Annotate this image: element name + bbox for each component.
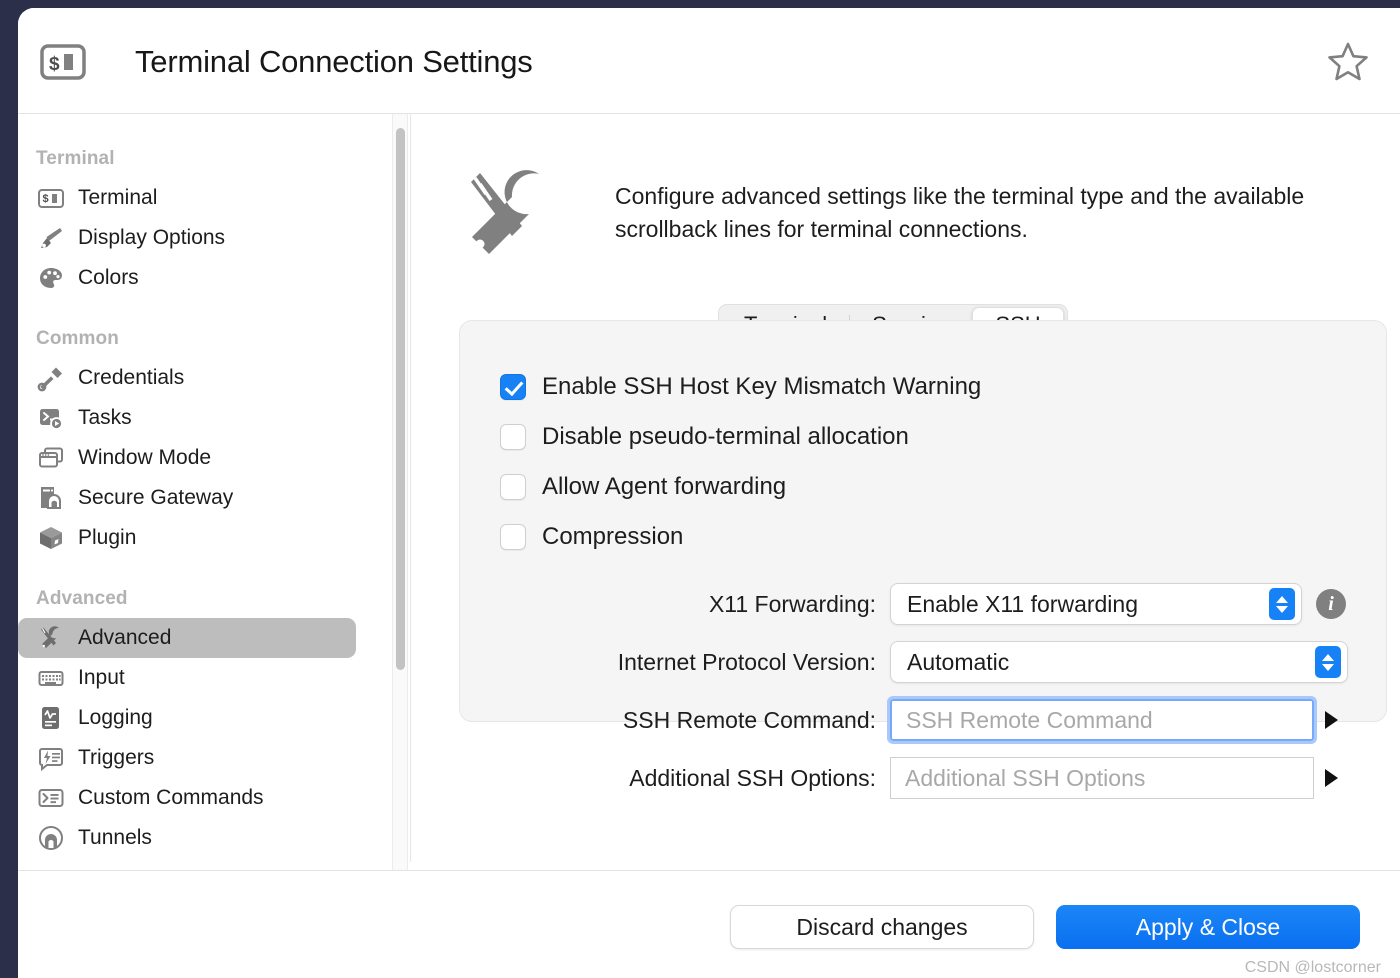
- info-circle-icon[interactable]: i: [1316, 589, 1346, 619]
- checkbox-compression[interactable]: [500, 524, 526, 550]
- field-row-x11-forwarding: X11 Forwarding: Enable X11 forwarding i: [460, 583, 1388, 625]
- log-document-icon: [36, 703, 66, 733]
- sidebar-item-window-mode[interactable]: Window Mode: [18, 438, 356, 478]
- field-label: SSH Remote Command:: [460, 707, 890, 734]
- tools-wrench-screwdriver-icon: [36, 623, 66, 653]
- sidebar-item-tunnels[interactable]: Tunnels: [18, 818, 356, 858]
- sidebar-item-label: Terminal: [78, 186, 157, 210]
- field-row-internet-protocol-version: Internet Protocol Version: Automatic: [460, 641, 1388, 683]
- sidebar-item-colors[interactable]: Colors: [18, 258, 356, 298]
- checkbox-enable-ssh-host-key-mismatch-warning[interactable]: [500, 374, 526, 400]
- sidebar-item-label: Plugin: [78, 526, 136, 550]
- apply-and-close-button[interactable]: Apply & Close: [1056, 905, 1360, 949]
- sidebar-group-terminal: Terminal: [18, 148, 370, 170]
- key-icon: [36, 363, 66, 393]
- sidebar-item-terminal[interactable]: $ Terminal: [18, 178, 356, 218]
- field-label: Internet Protocol Version:: [460, 649, 890, 676]
- sidebar-item-label: Custom Commands: [78, 786, 264, 810]
- color-palette-icon: [36, 263, 66, 293]
- sidebar-item-label: Logging: [78, 706, 153, 730]
- sidebar-item-display-options[interactable]: Display Options: [18, 218, 356, 258]
- discard-changes-button[interactable]: Discard changes: [730, 905, 1034, 949]
- field-row-additional-ssh-options: Additional SSH Options: Additional SSH O…: [460, 757, 1388, 799]
- sidebar-item-tasks[interactable]: Tasks: [18, 398, 356, 438]
- sidebar-item-credentials[interactable]: Credentials: [18, 358, 356, 398]
- checkbox-allow-agent-forwarding[interactable]: [500, 474, 526, 500]
- sidebar-item-label: Input: [78, 666, 125, 690]
- checkbox-disable-pseudo-terminal-allocation[interactable]: [500, 424, 526, 450]
- page-title: Terminal Connection Settings: [135, 44, 533, 80]
- checkbox-label: Enable SSH Host Key Mismatch Warning: [542, 373, 981, 401]
- field-label: Additional SSH Options:: [460, 765, 890, 792]
- page-description: Configure advanced settings like the ter…: [615, 180, 1335, 246]
- paintbrush-icon: [36, 223, 66, 253]
- sidebar-item-custom-commands[interactable]: Custom Commands: [18, 778, 356, 818]
- checkbox-label: Compression: [542, 523, 683, 551]
- field-row-ssh-remote-command: SSH Remote Command: SSH Remote Command: [460, 699, 1388, 741]
- tunnel-arch-icon: [36, 823, 66, 853]
- trigger-bolt-icon: [36, 743, 66, 773]
- server-gateway-icon: [36, 483, 66, 513]
- sidebar-item-plugin[interactable]: Plugin: [18, 518, 356, 558]
- select-internet-protocol-version[interactable]: Automatic: [890, 641, 1348, 683]
- select-value: Enable X11 forwarding: [907, 591, 1269, 618]
- tools-wrench-screwdriver-icon: [459, 164, 557, 262]
- svg-text:$: $: [43, 193, 49, 205]
- sidebar-item-label: Window Mode: [78, 446, 211, 470]
- sidebar-item-label: Secure Gateway: [78, 486, 233, 510]
- select-value: Automatic: [907, 649, 1315, 676]
- title-bar: $ Terminal Connection Settings: [18, 8, 1400, 114]
- sidebar-item-input[interactable]: Input: [18, 658, 356, 698]
- sidebar-item-label: Triggers: [78, 746, 154, 770]
- footer-bar: Discard changes Apply & Close CSDN @lost…: [18, 870, 1400, 978]
- input-ssh-remote-command[interactable]: SSH Remote Command: [890, 699, 1314, 741]
- sidebar-scrollbar-thumb[interactable]: [396, 128, 405, 670]
- keyboard-icon: [36, 663, 66, 693]
- sidebar-item-label: Credentials: [78, 366, 184, 390]
- checkbox-row-compression[interactable]: Compression: [500, 523, 683, 551]
- sidebar-item-advanced[interactable]: Advanced: [18, 618, 356, 658]
- sidebar-group-common: Common: [18, 328, 370, 350]
- watermark: CSDN @lostcorner: [1245, 959, 1381, 977]
- checkbox-row-agent-forwarding[interactable]: Allow Agent forwarding: [500, 473, 786, 501]
- triangle-right-icon[interactable]: [1314, 757, 1348, 799]
- sidebar-item-logging[interactable]: Logging: [18, 698, 356, 738]
- content-pane: Configure advanced settings like the ter…: [410, 114, 1400, 862]
- sidebar-item-label: Advanced: [78, 626, 171, 650]
- checkbox-row-host-key-mismatch[interactable]: Enable SSH Host Key Mismatch Warning: [500, 373, 981, 401]
- star-outline-icon[interactable]: [1325, 38, 1371, 84]
- checkbox-label: Disable pseudo-terminal allocation: [542, 423, 909, 451]
- task-play-icon: [36, 403, 66, 433]
- input-additional-ssh-options[interactable]: Additional SSH Options: [890, 757, 1314, 799]
- select-x11-forwarding[interactable]: Enable X11 forwarding: [890, 583, 1302, 625]
- terminal-prompt-icon: $: [36, 183, 66, 213]
- command-prompt-icon: [36, 783, 66, 813]
- sidebar-group-advanced: Advanced: [18, 588, 370, 610]
- terminal-prompt-icon: $: [39, 38, 87, 86]
- field-label: X11 Forwarding:: [460, 591, 890, 618]
- windows-stack-icon: [36, 443, 66, 473]
- ssh-settings-panel: Enable SSH Host Key Mismatch Warning Dis…: [459, 320, 1387, 722]
- plugin-cube-icon: [36, 523, 66, 553]
- hero-section: Configure advanced settings like the ter…: [459, 164, 1369, 262]
- chevron-updown-icon[interactable]: [1315, 646, 1341, 678]
- settings-window: $ Terminal Connection Settings Terminal …: [18, 8, 1400, 978]
- sidebar-item-label: Display Options: [78, 226, 225, 250]
- sidebar-item-secure-gateway[interactable]: Secure Gateway: [18, 478, 356, 518]
- checkbox-row-disable-pty[interactable]: Disable pseudo-terminal allocation: [500, 423, 909, 451]
- sidebar-item-label: Colors: [78, 266, 139, 290]
- sidebar-item-label: Tunnels: [78, 826, 152, 850]
- sidebar-item-label: Tasks: [78, 406, 132, 430]
- triangle-right-icon[interactable]: [1314, 699, 1348, 741]
- chevron-updown-icon[interactable]: [1269, 588, 1295, 620]
- sidebar: Terminal $ Terminal Display Options: [18, 114, 370, 862]
- sidebar-item-triggers[interactable]: Triggers: [18, 738, 356, 778]
- svg-text:$: $: [49, 54, 60, 75]
- checkbox-label: Allow Agent forwarding: [542, 473, 786, 501]
